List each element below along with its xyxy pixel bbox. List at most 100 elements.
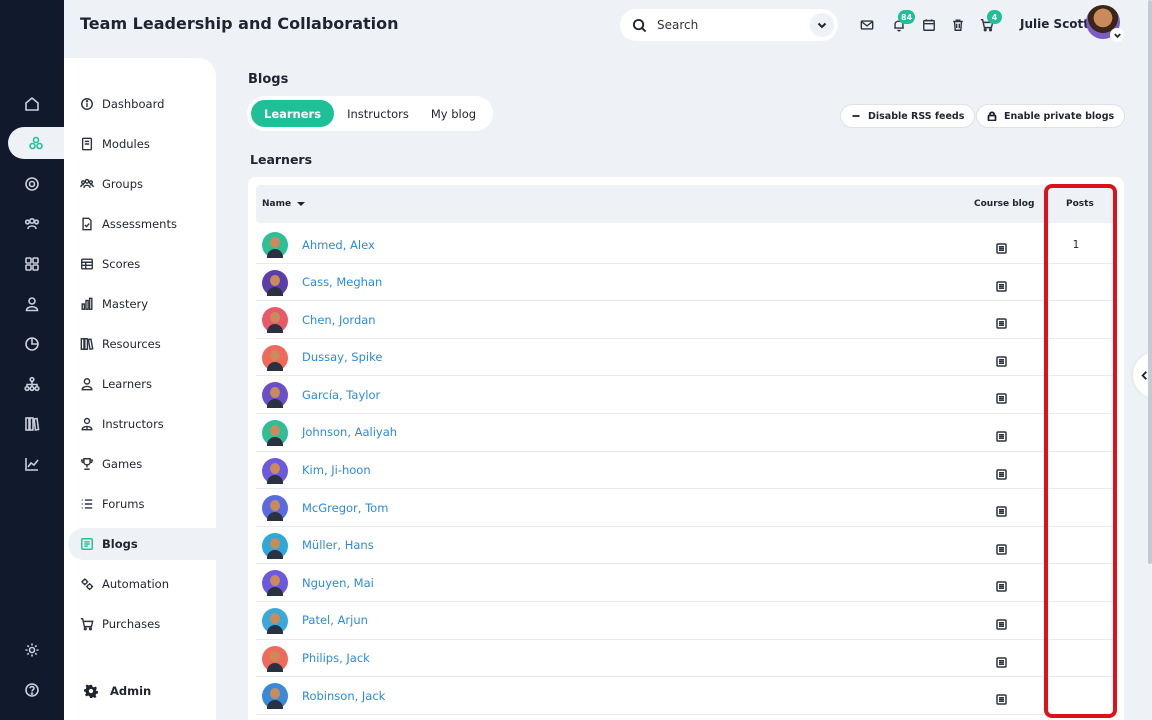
learner-name-link[interactable]: Nguyen, Mai [302, 564, 374, 601]
avatar[interactable] [262, 457, 288, 484]
home-icon [25, 96, 39, 111]
menu-item-assessments[interactable]: Assessments [68, 208, 216, 240]
blog-icon [996, 243, 1007, 254]
enable-private-blogs-button[interactable]: Enable private blogs [976, 104, 1126, 128]
help-icon [25, 683, 39, 697]
rail-reports[interactable] [0, 328, 64, 360]
learner-name-link[interactable]: McGregor, Tom [302, 489, 388, 526]
course-blog-button[interactable] [996, 615, 1007, 630]
course-blog-button[interactable] [996, 427, 1007, 442]
learner-name-link[interactable]: García, Taylor [302, 376, 380, 413]
menu-item-mastery[interactable]: Mastery [68, 288, 216, 320]
menu-item-purchases[interactable]: Purchases [68, 608, 216, 640]
avatar[interactable] [262, 419, 288, 446]
column-header-course-blog: Course blog [974, 199, 1035, 209]
blog-icon [996, 431, 1007, 442]
menu-item-scores[interactable]: Scores [68, 248, 216, 280]
avatar[interactable] [262, 607, 288, 634]
avatar[interactable] [262, 683, 288, 710]
rail-grid[interactable] [0, 248, 64, 280]
course-blog-button[interactable] [996, 352, 1007, 367]
table-row: McGregor, Tom [256, 489, 1116, 527]
avatar[interactable] [262, 570, 288, 597]
course-blog-button[interactable] [996, 314, 1007, 329]
tab-my-blog[interactable]: My blog [422, 100, 489, 127]
rail-library[interactable] [0, 408, 64, 440]
avatar[interactable] [262, 307, 288, 334]
avatar[interactable] [262, 344, 288, 371]
course-blog-button[interactable] [996, 277, 1007, 292]
menu-item-resources[interactable]: Resources [68, 328, 216, 360]
avatar[interactable] [262, 232, 288, 258]
rail-modules[interactable] [8, 127, 64, 159]
file-check-icon [82, 217, 92, 231]
tab-learners[interactable]: Learners [251, 100, 335, 127]
app-title: Team Leadership and Collaboration [80, 14, 399, 33]
course-blog-button[interactable] [996, 577, 1007, 593]
calendar-button[interactable] [921, 17, 937, 33]
user-menu-toggle[interactable] [1110, 28, 1124, 42]
learner-name-link[interactable]: Robinson, Jack [302, 677, 385, 714]
learner-name-link[interactable]: Ahmed, Alex [302, 226, 375, 263]
course-blog-button[interactable] [996, 389, 1007, 405]
learner-name-link[interactable]: Chen, Jordan [302, 301, 376, 338]
trash-icon [953, 19, 963, 31]
course-blog-button[interactable] [996, 239, 1007, 254]
chevron-down-icon [1113, 33, 1121, 38]
course-blog-button[interactable] [996, 502, 1007, 517]
learner-name-link[interactable]: Philips, Jack [302, 640, 370, 677]
course-blog-button[interactable] [996, 540, 1007, 555]
blog-icon [996, 544, 1007, 555]
enable-private-label: Enable private blogs [1004, 110, 1115, 122]
course-blog-button[interactable] [996, 690, 1007, 705]
learner-name-link[interactable]: Dussay, Spike [302, 339, 382, 376]
course-blog-button[interactable] [996, 465, 1007, 480]
disable-rss-button[interactable]: Disable RSS feeds [840, 104, 976, 128]
rail-trends[interactable] [0, 448, 64, 480]
course-blog-button[interactable] [996, 653, 1007, 668]
blog-tabs: Learners Instructors My blog [247, 96, 494, 131]
search-dropdown-button[interactable] [810, 13, 834, 37]
scrollbar[interactable] [1148, 0, 1152, 564]
column-header-name[interactable]: Name [262, 185, 306, 223]
rail-target[interactable] [0, 168, 64, 200]
avatar[interactable] [262, 495, 288, 522]
menu-item-blogs[interactable]: Blogs [68, 528, 216, 560]
rail-hierarchy[interactable] [0, 368, 64, 400]
menu-item-groups[interactable]: Groups [68, 168, 216, 200]
avatar[interactable] [262, 532, 288, 559]
messages-button[interactable] [859, 17, 875, 33]
learner-name-link[interactable]: Johnson, Aaliyah [302, 414, 397, 451]
admin-button[interactable]: Admin [84, 684, 151, 698]
menu-item-forums[interactable]: Forums [68, 488, 216, 520]
rail-home[interactable] [0, 88, 64, 120]
trash-button[interactable] [950, 17, 966, 33]
learner-name-link[interactable]: Cass, Meghan [302, 264, 382, 301]
disable-rss-label: Disable RSS feeds [868, 110, 965, 122]
learner-name-link[interactable]: Patel, Arjun [302, 602, 368, 639]
learner-name-link[interactable]: Kim, Ji-hoon [302, 452, 371, 489]
menu-item-learners[interactable]: Learners [68, 368, 216, 400]
menu-item-games[interactable]: Games [68, 448, 216, 480]
rail-user[interactable] [0, 288, 64, 320]
menu-item-dashboard[interactable]: Dashboard [68, 88, 216, 120]
menu-item-modules[interactable]: Modules [68, 128, 216, 160]
avatar[interactable] [262, 269, 288, 296]
cart-button[interactable]: 4 [979, 10, 1002, 33]
rail-settings[interactable] [0, 634, 64, 666]
notifications-button[interactable]: 84 [891, 10, 916, 33]
avatar[interactable] [262, 382, 288, 409]
pie-chart-icon [25, 337, 39, 351]
menu-item-automation[interactable]: Automation [68, 568, 216, 600]
user-name[interactable]: Julie Scott [1020, 17, 1089, 31]
rail-users[interactable] [0, 208, 64, 240]
search-box[interactable]: Search [620, 9, 838, 41]
menu-item-instructors[interactable]: Instructors [68, 408, 216, 440]
avatar[interactable] [262, 645, 288, 672]
search-input[interactable]: Search [657, 18, 810, 32]
blog-icon [996, 506, 1007, 517]
learner-name-link[interactable]: Müller, Hans [302, 527, 374, 564]
posts-count [1046, 452, 1106, 489]
tab-instructors[interactable]: Instructors [334, 100, 422, 127]
rail-help[interactable] [0, 674, 64, 706]
